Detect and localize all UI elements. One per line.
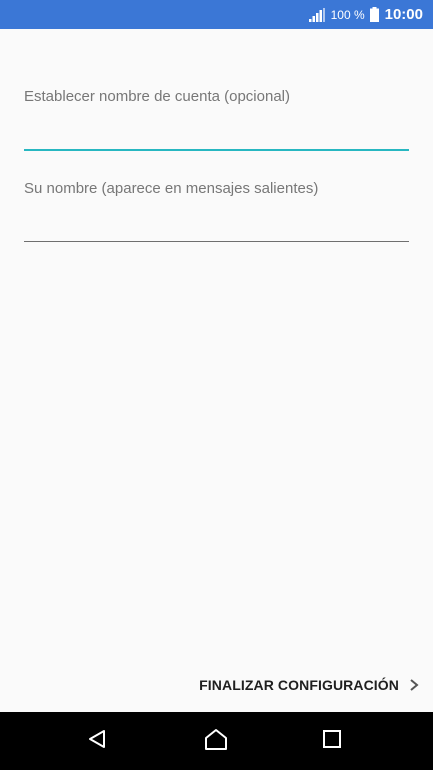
back-icon	[86, 728, 108, 755]
your-name-input[interactable]	[24, 214, 409, 238]
account-name-input[interactable]	[24, 122, 409, 146]
recent-apps-icon	[321, 728, 343, 755]
chevron-right-icon	[407, 678, 421, 692]
recent-apps-button[interactable]	[319, 728, 345, 754]
account-setup-form: Establecer nombre de cuenta (opcional) S…	[0, 29, 433, 712]
home-button[interactable]	[203, 728, 229, 754]
account-name-underline	[24, 149, 409, 151]
your-name-label: Su nombre (aparece en mensajes salientes…	[24, 180, 319, 197]
status-bar: 100 % 10:00	[0, 0, 433, 29]
navigation-bar	[0, 712, 433, 770]
signal-icon	[308, 7, 325, 22]
battery-icon	[369, 7, 379, 22]
finish-setup-label: FINALIZAR CONFIGURACIÓN	[199, 677, 399, 693]
finish-setup-button[interactable]: FINALIZAR CONFIGURACIÓN	[195, 669, 425, 701]
account-name-field[interactable]: Establecer nombre de cuenta (opcional)	[24, 88, 409, 152]
back-button[interactable]	[84, 728, 110, 754]
battery-percent: 100 %	[330, 7, 365, 22]
clock: 10:00	[384, 6, 423, 23]
home-icon	[203, 727, 229, 756]
your-name-underline	[24, 241, 409, 242]
your-name-field[interactable]: Su nombre (aparece en mensajes salientes…	[24, 180, 409, 244]
account-name-label: Establecer nombre de cuenta (opcional)	[24, 88, 290, 105]
